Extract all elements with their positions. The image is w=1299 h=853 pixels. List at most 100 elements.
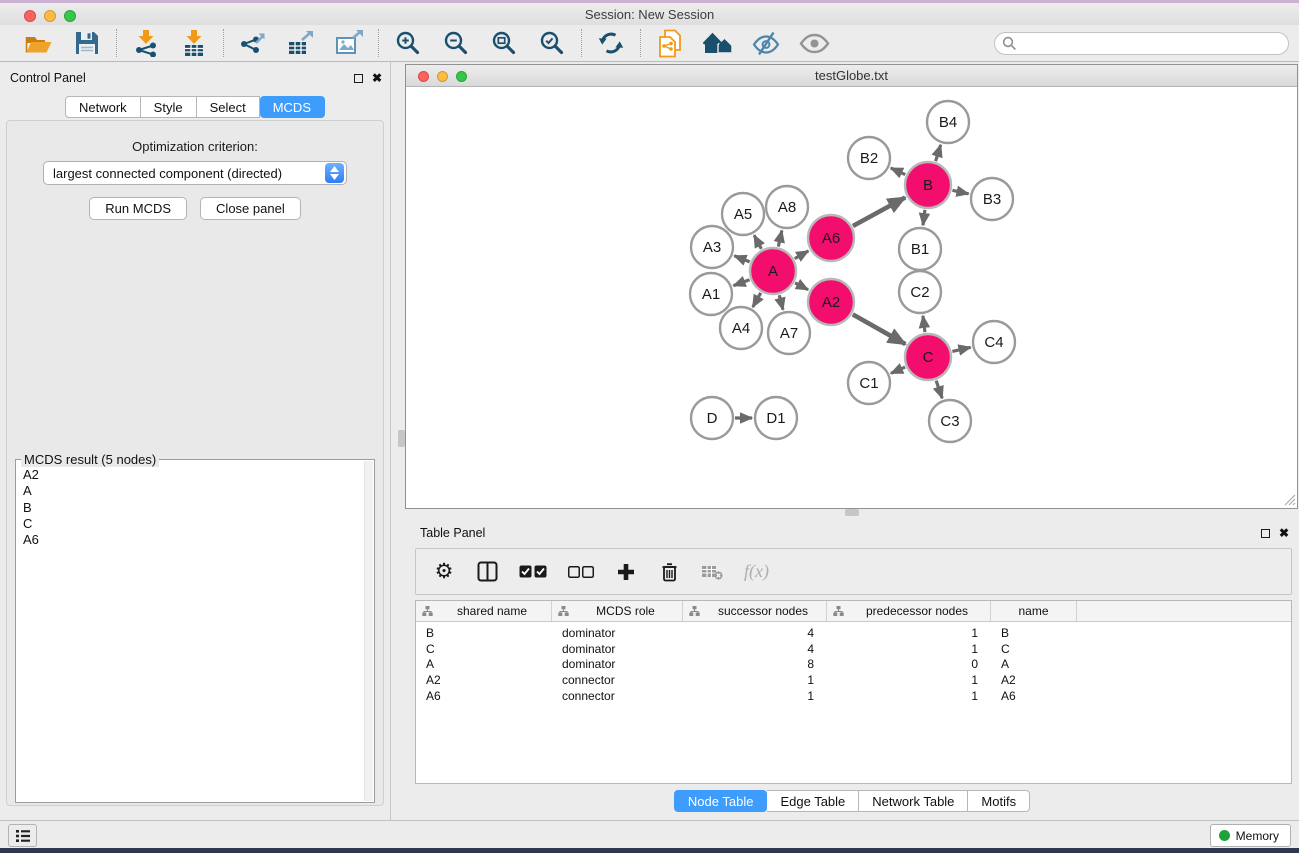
graph-node-D[interactable]: D [691, 397, 733, 439]
zoom-network-window-button[interactable] [456, 71, 467, 82]
graph-node-A3[interactable]: A3 [691, 226, 733, 268]
column-header[interactable]: successor nodes [683, 601, 827, 621]
graph-node-D1[interactable]: D1 [755, 397, 797, 439]
graph-edge-C-C2[interactable] [923, 316, 925, 332]
search-input[interactable] [994, 32, 1289, 55]
graph-edge-A-A8[interactable] [778, 230, 782, 246]
run-mcds-button[interactable]: Run MCDS [89, 197, 187, 220]
tab-motifs[interactable]: Motifs [968, 790, 1030, 812]
tab-select[interactable]: Select [197, 96, 260, 118]
zoom-in-icon[interactable] [392, 27, 424, 59]
graph-node-C2[interactable]: C2 [899, 271, 941, 313]
table-row[interactable]: Cdominator41C [416, 641, 1291, 657]
tab-edge-table[interactable]: Edge Table [767, 790, 859, 812]
graph-edge-A-A5[interactable] [754, 235, 761, 249]
minimize-network-window-button[interactable] [437, 71, 448, 82]
delete-column-trash-icon[interactable] [658, 557, 680, 587]
graph-node-C1[interactable]: C1 [848, 362, 890, 404]
graph-node-A4[interactable]: A4 [720, 307, 762, 349]
table-settings-gear-icon[interactable]: ⚙ [433, 557, 455, 587]
graph-edge-C-C3[interactable] [936, 381, 942, 399]
graph-edge-A-A1[interactable] [734, 280, 750, 286]
vertical-splitter-grip[interactable] [398, 430, 405, 447]
graph-node-A5[interactable]: A5 [722, 193, 764, 235]
graph-edge-C-C1[interactable] [891, 367, 905, 373]
graph-node-A2[interactable]: A2 [808, 279, 854, 325]
graph-edge-B-B1[interactable] [923, 210, 925, 225]
tab-network[interactable]: Network [65, 96, 141, 118]
add-column-icon[interactable] [615, 557, 637, 587]
graph-node-C3[interactable]: C3 [929, 400, 971, 442]
graph-node-A6[interactable]: A6 [808, 215, 854, 261]
network-canvas[interactable]: B4B2BB3A5A8A6B1A3AC2A1A2A4A7C4CC1C3DD1 [406, 87, 1297, 507]
clone-network-icon[interactable] [654, 27, 686, 59]
column-header[interactable]: name [991, 601, 1077, 621]
graph-edge-A-A3[interactable] [734, 256, 749, 262]
select-all-columns-icon[interactable] [519, 557, 547, 587]
minimize-window-button[interactable] [44, 10, 56, 22]
graph-node-B1[interactable]: B1 [899, 228, 941, 270]
import-network-icon[interactable] [130, 27, 162, 59]
close-panel-button[interactable]: Close panel [200, 197, 301, 220]
save-session-icon[interactable] [71, 27, 103, 59]
graph-node-C[interactable]: C [905, 334, 951, 380]
close-table-panel-icon[interactable]: ✖ [1279, 527, 1289, 539]
mcds-result-item[interactable]: B [23, 500, 366, 516]
graph-edge-A6-B[interactable] [853, 197, 905, 226]
mcds-result-item[interactable]: A2 [23, 467, 366, 483]
mcds-result-item[interactable]: A6 [23, 532, 366, 548]
import-table-icon[interactable] [178, 27, 210, 59]
export-network-icon[interactable] [237, 27, 269, 59]
column-header[interactable]: predecessor nodes [827, 601, 991, 621]
table-row[interactable]: Adominator80A [416, 656, 1291, 672]
tab-style[interactable]: Style [141, 96, 197, 118]
graph-edge-B-B2[interactable] [891, 168, 905, 175]
zoom-fit-icon[interactable] [488, 27, 520, 59]
tab-node-table[interactable]: Node Table [674, 790, 768, 812]
mcds-result-item[interactable]: C [23, 516, 366, 532]
memory-button[interactable]: Memory [1210, 824, 1291, 847]
networks-home-icon[interactable] [702, 27, 734, 59]
column-layout-icon[interactable] [476, 557, 498, 587]
close-network-window-button[interactable] [418, 71, 429, 82]
zoom-selected-icon[interactable] [536, 27, 568, 59]
column-header[interactable]: shared name [416, 601, 552, 621]
column-header[interactable]: MCDS role [552, 601, 683, 621]
graph-node-A8[interactable]: A8 [766, 186, 808, 228]
table-row[interactable]: A6connector11A6 [416, 688, 1291, 704]
table-row[interactable]: A2connector11A2 [416, 672, 1291, 688]
refresh-view-icon[interactable] [595, 27, 627, 59]
graph-edge-C-C4[interactable] [952, 347, 970, 351]
tab-mcds[interactable]: MCDS [260, 96, 325, 118]
eye-slash-icon[interactable] [750, 27, 782, 59]
graph-edge-A-A7[interactable] [779, 295, 783, 310]
graph-node-B4[interactable]: B4 [927, 101, 969, 143]
graph-edge-A2-C[interactable] [853, 314, 906, 344]
export-image-icon[interactable] [333, 27, 365, 59]
graph-edge-A-A6[interactable] [795, 251, 809, 259]
task-history-button[interactable] [8, 824, 37, 847]
table-row[interactable]: Bdominator41B [416, 625, 1291, 641]
tab-network-table[interactable]: Network Table [859, 790, 968, 812]
graph-edge-B-B4[interactable] [936, 145, 941, 161]
close-window-button[interactable] [24, 10, 36, 22]
graph-node-A7[interactable]: A7 [768, 312, 810, 354]
graph-node-B2[interactable]: B2 [848, 137, 890, 179]
graph-node-A1[interactable]: A1 [690, 273, 732, 315]
deselect-all-columns-icon[interactable] [568, 557, 594, 587]
zoom-window-button[interactable] [64, 10, 76, 22]
mcds-result-item[interactable]: A [23, 483, 366, 499]
graph-edge-B-B3[interactable] [952, 190, 968, 194]
eye-icon[interactable] [798, 27, 830, 59]
float-table-panel-icon[interactable] [1261, 529, 1270, 538]
open-session-icon[interactable] [23, 27, 55, 59]
close-panel-icon[interactable]: ✖ [372, 72, 382, 84]
zoom-out-icon[interactable] [440, 27, 472, 59]
graph-node-B3[interactable]: B3 [971, 178, 1013, 220]
export-table-icon[interactable] [285, 27, 317, 59]
graph-edge-A-A4[interactable] [753, 293, 761, 307]
window-resize-grip[interactable] [1283, 493, 1296, 506]
float-panel-icon[interactable] [354, 74, 363, 83]
optimization-criterion-select[interactable]: largest connected component (directed) [43, 161, 347, 185]
graph-edge-A-A2[interactable] [795, 283, 808, 290]
